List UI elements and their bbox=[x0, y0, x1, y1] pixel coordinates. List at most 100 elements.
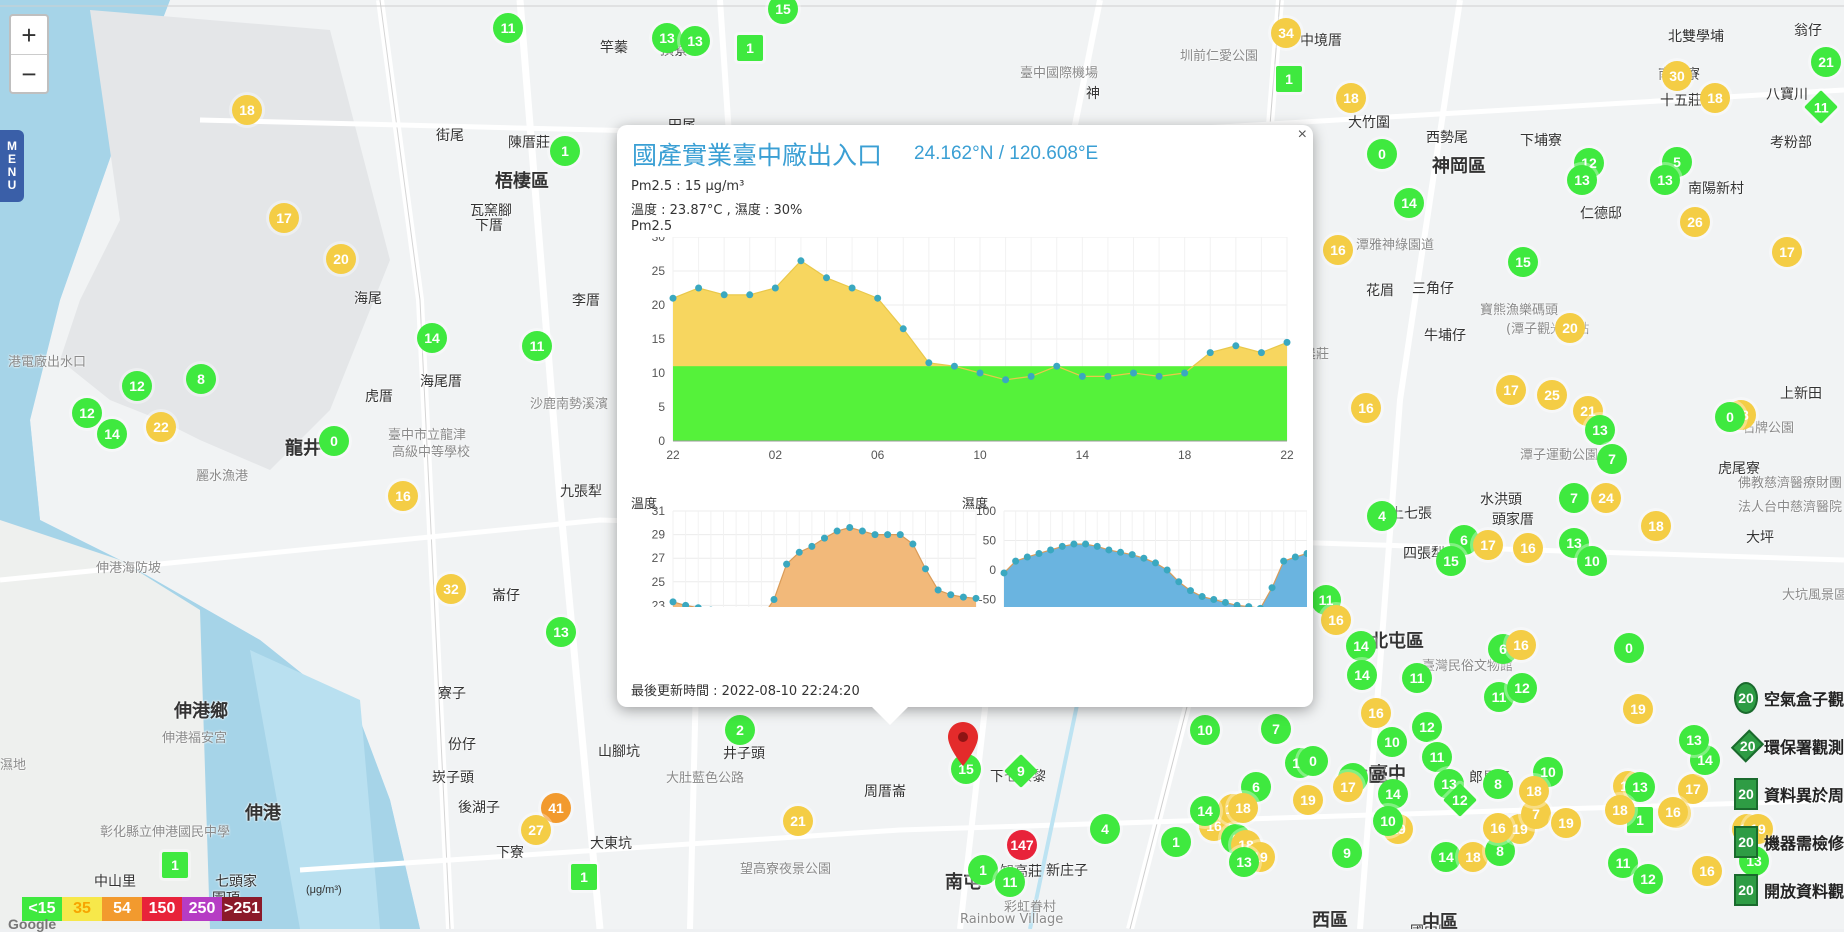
sensor-marker[interactable]: 17 bbox=[269, 203, 299, 233]
sensor-marker[interactable]: 17 bbox=[1333, 772, 1363, 802]
popup-close-button[interactable]: × bbox=[1298, 126, 1307, 144]
sensor-marker[interactable]: 2 bbox=[725, 715, 755, 745]
sensor-marker[interactable]: 18 bbox=[1458, 842, 1488, 872]
sensor-marker[interactable]: 18 bbox=[1641, 511, 1671, 541]
sensor-marker[interactable]: 21 bbox=[783, 806, 813, 836]
sensor-marker[interactable]: 13 bbox=[680, 26, 710, 56]
sensor-marker[interactable]: 11 bbox=[1422, 742, 1452, 772]
sensor-marker[interactable]: 8 bbox=[1483, 769, 1513, 799]
sensor-marker[interactable]: 11 bbox=[1402, 663, 1432, 693]
sensor-marker[interactable]: 12 bbox=[72, 398, 102, 428]
sensor-marker[interactable]: 1 bbox=[550, 136, 580, 166]
sensor-marker[interactable]: 12 bbox=[122, 371, 152, 401]
sensor-marker[interactable]: 11 bbox=[493, 13, 523, 43]
sensor-marker[interactable]: 18 bbox=[1336, 83, 1366, 113]
sensor-marker[interactable]: 24 bbox=[1591, 483, 1621, 513]
sensor-marker[interactable]: 0 bbox=[1367, 139, 1397, 169]
sensor-marker[interactable]: 18 bbox=[1605, 795, 1635, 825]
sensor-marker[interactable]: 14 bbox=[1431, 842, 1461, 872]
sensor-marker[interactable]: 13 bbox=[1567, 165, 1597, 195]
marker-type-row[interactable]: 20環保署觀測 bbox=[1734, 722, 1844, 770]
sensor-marker[interactable]: 16 bbox=[1658, 797, 1688, 827]
sensor-marker[interactable]: 12 bbox=[1633, 864, 1663, 894]
sensor-marker[interactable]: 17 bbox=[1496, 375, 1526, 405]
sensor-marker[interactable]: 11 bbox=[995, 867, 1025, 897]
sensor-marker[interactable]: 30 bbox=[1662, 61, 1692, 91]
sensor-marker[interactable]: 14 bbox=[1346, 631, 1376, 661]
sensor-marker[interactable]: 7 bbox=[1261, 714, 1291, 744]
sensor-marker[interactable]: 9 bbox=[1332, 838, 1362, 868]
sensor-marker[interactable]: 7 bbox=[1597, 444, 1627, 474]
sensor-marker[interactable]: 32 bbox=[436, 574, 466, 604]
sensor-marker[interactable]: 4 bbox=[1090, 814, 1120, 844]
marker-type-row[interactable]: 20資料異於周 bbox=[1734, 770, 1844, 818]
sensor-marker[interactable]: 13 bbox=[1585, 415, 1615, 445]
menu-button[interactable]: MENU bbox=[0, 130, 24, 202]
sensor-marker[interactable]: 1 bbox=[162, 852, 188, 878]
sensor-marker[interactable]: 0 bbox=[319, 426, 349, 456]
sensor-marker[interactable]: 13 bbox=[652, 23, 682, 53]
sensor-marker[interactable]: 16 bbox=[1321, 605, 1351, 635]
sensor-marker[interactable]: 16 bbox=[1692, 856, 1722, 886]
sensor-marker[interactable]: 18 bbox=[1519, 776, 1549, 806]
sensor-marker[interactable]: 21 bbox=[1811, 47, 1841, 77]
sensor-marker[interactable]: 12 bbox=[1507, 673, 1537, 703]
sensor-marker[interactable]: 25 bbox=[1537, 380, 1567, 410]
sensor-marker[interactable]: 1 bbox=[1276, 66, 1302, 92]
selected-location-pin-icon[interactable] bbox=[948, 722, 978, 766]
sensor-marker[interactable]: 13 bbox=[1229, 847, 1259, 877]
sensor-marker[interactable]: 18 bbox=[232, 95, 262, 125]
sensor-marker[interactable]: 18 bbox=[1228, 793, 1258, 823]
sensor-marker[interactable]: 0 bbox=[1614, 633, 1644, 663]
marker-type-row[interactable]: 20空氣盒子觀 bbox=[1734, 674, 1844, 722]
sensor-marker[interactable]: 8 bbox=[186, 364, 216, 394]
sensor-marker[interactable]: 1 bbox=[1161, 827, 1191, 857]
sensor-marker[interactable]: 19 bbox=[1551, 808, 1581, 838]
sensor-marker[interactable]: 14 bbox=[417, 323, 447, 353]
zoom-in-button[interactable]: + bbox=[11, 16, 47, 55]
sensor-marker[interactable]: 15 bbox=[1508, 247, 1538, 277]
sensor-marker[interactable]: 20 bbox=[326, 244, 356, 274]
sensor-marker[interactable]: 11 bbox=[522, 331, 552, 361]
sensor-marker[interactable]: 4 bbox=[1367, 501, 1397, 531]
sensor-marker[interactable]: 17 bbox=[1772, 237, 1802, 267]
sensor-marker[interactable]: 16 bbox=[1506, 630, 1536, 660]
sensor-marker[interactable]: 16 bbox=[1323, 235, 1353, 265]
sensor-marker[interactable]: 16 bbox=[388, 481, 418, 511]
sensor-marker[interactable]: 26 bbox=[1680, 207, 1710, 237]
sensor-marker[interactable]: 147 bbox=[1007, 830, 1037, 860]
sensor-marker[interactable]: 10 bbox=[1577, 546, 1607, 576]
sensor-marker[interactable]: 22 bbox=[146, 412, 176, 442]
zoom-out-button[interactable]: − bbox=[11, 55, 47, 93]
sensor-marker[interactable]: 14 bbox=[1347, 660, 1377, 690]
sensor-marker[interactable]: 7 bbox=[1559, 483, 1589, 513]
marker-type-row[interactable]: 20開放資料觀 bbox=[1734, 866, 1844, 914]
sensor-marker[interactable]: 0 bbox=[1715, 402, 1745, 432]
sensor-marker[interactable]: 13 bbox=[546, 617, 576, 647]
sensor-marker[interactable]: 19 bbox=[1623, 694, 1653, 724]
sensor-marker[interactable]: 20 bbox=[1555, 313, 1585, 343]
marker-type-row[interactable]: 20機器需檢修 bbox=[1734, 818, 1844, 866]
sensor-marker[interactable]: 12 bbox=[1412, 712, 1442, 742]
sensor-marker[interactable]: 14 bbox=[1378, 779, 1408, 809]
sensor-marker[interactable]: 17 bbox=[1473, 530, 1503, 560]
sensor-marker[interactable]: 18 bbox=[1700, 83, 1730, 113]
sensor-marker[interactable]: 0 bbox=[1298, 746, 1328, 776]
sensor-marker[interactable]: 14 bbox=[97, 419, 127, 449]
sensor-marker[interactable]: 1 bbox=[737, 35, 763, 61]
sensor-marker[interactable]: 10 bbox=[1190, 715, 1220, 745]
sensor-marker[interactable]: 1 bbox=[571, 864, 597, 890]
sensor-marker[interactable]: 14 bbox=[1394, 188, 1424, 218]
sensor-marker[interactable]: 14 bbox=[1190, 796, 1220, 826]
sensor-marker[interactable]: 13 bbox=[1679, 725, 1709, 755]
sensor-marker[interactable]: 1 bbox=[968, 855, 998, 885]
sensor-marker[interactable]: 15 bbox=[1436, 546, 1466, 576]
sensor-marker[interactable]: 16 bbox=[1361, 698, 1391, 728]
sensor-marker[interactable]: 27 bbox=[521, 815, 551, 845]
sensor-marker[interactable]: 16 bbox=[1513, 533, 1543, 563]
sensor-marker[interactable]: 34 bbox=[1271, 18, 1301, 48]
sensor-marker[interactable]: 19 bbox=[1293, 785, 1323, 815]
sensor-marker[interactable]: 10 bbox=[1373, 806, 1403, 836]
sensor-marker[interactable]: 13 bbox=[1650, 165, 1680, 195]
sensor-marker[interactable]: 10 bbox=[1377, 727, 1407, 757]
